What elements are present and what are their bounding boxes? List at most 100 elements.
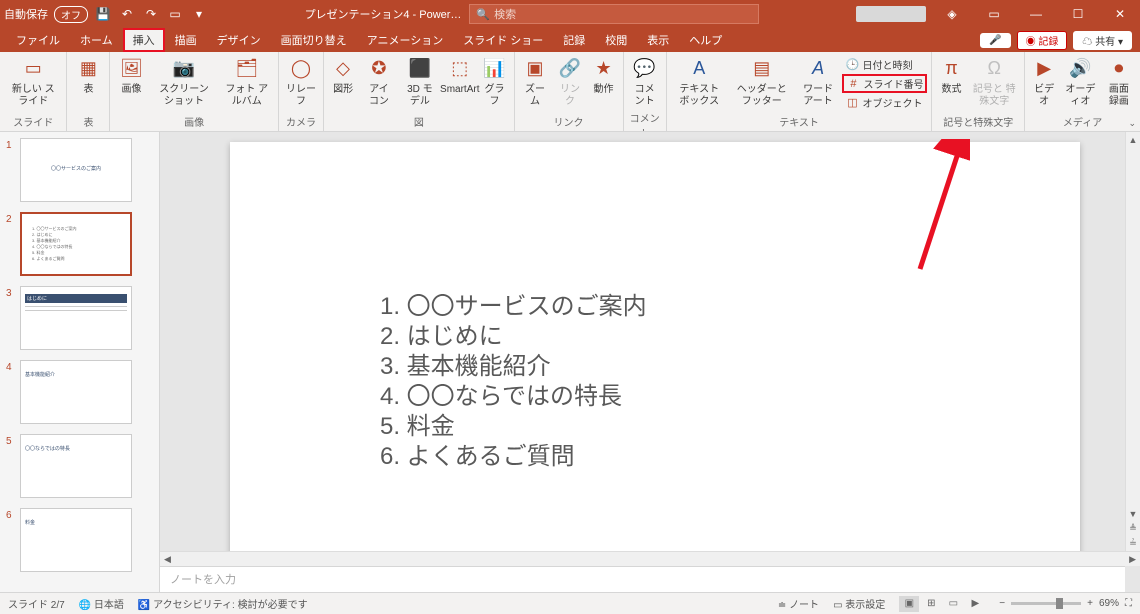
- undo-icon[interactable]: ↶: [118, 5, 136, 23]
- new-slide-button[interactable]: ▭新しい スライド: [4, 54, 62, 110]
- equation-button[interactable]: π数式: [936, 54, 966, 98]
- scroll-left-icon[interactable]: ◀: [160, 554, 175, 565]
- list-item: 5. 料金: [380, 412, 1080, 442]
- datetime-button[interactable]: 🕒日付と時刻: [842, 56, 927, 73]
- zoom-slider[interactable]: [1011, 602, 1081, 605]
- group-label-symbol: 記号と特殊文字: [936, 114, 1020, 131]
- group-label-link: リンク: [519, 114, 619, 131]
- slide-canvas[interactable]: 1. 〇〇サービスのご案内 2. はじめに 3. 基本機能紹介 4. 〇〇ならで…: [160, 132, 1140, 551]
- search-box[interactable]: 🔍 検索: [469, 4, 759, 24]
- tab-slideshow[interactable]: スライド ショー: [453, 28, 553, 52]
- zoom-control: − + 69% ⛶: [999, 598, 1132, 609]
- tab-file[interactable]: ファイル: [6, 28, 70, 52]
- save-icon[interactable]: 💾: [94, 5, 112, 23]
- table-button[interactable]: ▦表: [71, 54, 105, 98]
- title-bar: 自動保存 オフ 💾 ↶ ↷ ▭ ▾ プレゼンテーション4 - Power… 🔍 …: [0, 0, 1140, 28]
- scroll-down-icon[interactable]: ▼: [1126, 506, 1140, 521]
- thumbnail-6[interactable]: 6 料金: [2, 508, 157, 572]
- horizontal-scrollbar[interactable]: ◀ ▶: [160, 551, 1140, 566]
- symbol-button[interactable]: Ω記号と 特殊文字: [968, 54, 1020, 110]
- thumbnail-panel[interactable]: 1 〇〇サービスのご案内 2 1. 〇〇サービスのご案内2. はじめに3. 基本…: [0, 132, 160, 592]
- slide[interactable]: 1. 〇〇サービスのご案内 2. はじめに 3. 基本機能紹介 4. 〇〇ならで…: [230, 142, 1080, 551]
- record-button[interactable]: ◉ 記録: [1017, 31, 1068, 50]
- chart-button[interactable]: 📊グラフ: [480, 54, 510, 110]
- screen-recording-button[interactable]: ⏺画面 録画: [1102, 54, 1136, 110]
- audio-button[interactable]: 🔊オーディオ: [1061, 54, 1100, 110]
- maximize-icon[interactable]: ☐: [1062, 3, 1094, 25]
- tab-design[interactable]: デザイン: [207, 28, 271, 52]
- image-button[interactable]: 🖼画像: [114, 54, 148, 98]
- display-settings[interactable]: ▭ 表示設定: [833, 596, 885, 611]
- diamond-icon[interactable]: ◈: [936, 3, 968, 25]
- accessibility-status[interactable]: ♿ アクセシビリティ: 検討が必要です: [138, 596, 308, 611]
- zoom-percent[interactable]: 69%: [1099, 598, 1119, 609]
- language-status[interactable]: 🌐 日本語: [79, 596, 124, 611]
- close-icon[interactable]: ✕: [1104, 3, 1136, 25]
- qat-more-icon[interactable]: ▾: [190, 5, 208, 23]
- prev-slide-icon[interactable]: ≜: [1126, 521, 1140, 536]
- tab-review[interactable]: 校閲: [595, 28, 637, 52]
- slideshow-view-icon[interactable]: ▶: [965, 596, 985, 612]
- scroll-up-icon[interactable]: ▲: [1126, 132, 1140, 147]
- search-placeholder: 検索: [494, 6, 516, 22]
- search-icon: 🔍: [476, 8, 490, 21]
- object-button[interactable]: ◫オブジェクト: [842, 94, 927, 111]
- collapse-ribbon-icon[interactable]: ⌄: [1128, 118, 1136, 129]
- share-button[interactable]: ☁ 共有 ▾: [1073, 31, 1132, 50]
- redo-icon[interactable]: ↷: [142, 5, 160, 23]
- zoom-in-icon[interactable]: +: [1087, 598, 1093, 609]
- tab-view[interactable]: 表示: [637, 28, 679, 52]
- header-footer-button[interactable]: ▤ヘッダーと フッター: [730, 54, 794, 110]
- shapes-button[interactable]: ◇図形: [328, 54, 358, 98]
- tab-home[interactable]: ホーム: [70, 28, 123, 52]
- sorter-view-icon[interactable]: ⊞: [921, 596, 941, 612]
- notes-toggle[interactable]: ≐ ノート: [778, 596, 819, 611]
- tab-record[interactable]: 記録: [553, 28, 595, 52]
- minimize-icon[interactable]: —: [1020, 3, 1052, 25]
- action-button[interactable]: ★動作: [589, 54, 619, 98]
- document-title: プレゼンテーション4 - Power…: [305, 6, 462, 22]
- normal-view-icon[interactable]: ▣: [899, 596, 919, 612]
- tab-help[interactable]: ヘルプ: [679, 28, 732, 52]
- slide-number-button[interactable]: #スライド番号: [842, 74, 927, 93]
- reading-view-icon[interactable]: ▭: [943, 596, 963, 612]
- thumbnail-3[interactable]: 3 はじめに: [2, 286, 157, 350]
- thumbnail-5[interactable]: 5 〇〇ならではの特長: [2, 434, 157, 498]
- slide-position[interactable]: スライド 2/7: [8, 596, 65, 611]
- zoom-out-icon[interactable]: −: [999, 598, 1005, 609]
- icons-button[interactable]: ✪アイ コン: [360, 54, 398, 110]
- group-label-images: 画像: [114, 114, 273, 131]
- autosave-toggle[interactable]: オフ: [54, 6, 88, 23]
- smartart-button[interactable]: ⬚SmartArt: [442, 54, 478, 98]
- link-button[interactable]: 🔗リンク: [553, 54, 586, 110]
- screenshot-button[interactable]: 📷スクリーン ショット: [150, 54, 217, 110]
- user-badge[interactable]: [856, 6, 926, 22]
- thumbnail-1[interactable]: 1 〇〇サービスのご案内: [2, 138, 157, 202]
- textbox-button[interactable]: Aテキスト ボックス: [671, 54, 728, 110]
- cameo-button[interactable]: ◯リレー フ: [283, 54, 319, 110]
- tab-insert[interactable]: 挿入: [123, 28, 165, 52]
- thumbnail-2[interactable]: 2 1. 〇〇サービスのご案内2. はじめに3. 基本機能紹介 4. 〇〇ならで…: [2, 212, 157, 276]
- next-slide-icon[interactable]: ≟: [1126, 536, 1140, 551]
- group-label-camera: カメラ: [283, 114, 319, 131]
- comment-button[interactable]: 💬コメント: [628, 54, 662, 110]
- video-button[interactable]: ▶ビデオ: [1029, 54, 1059, 110]
- photo-album-button[interactable]: 🗂フォト アルバム: [220, 54, 274, 110]
- thumbnail-4[interactable]: 4 基本機能紹介: [2, 360, 157, 424]
- zoom-button[interactable]: ▣ズーム: [519, 54, 552, 110]
- notes-placeholder: ノートを入力: [170, 574, 236, 586]
- 3dmodel-button[interactable]: ⬛3D モデル: [400, 54, 440, 110]
- vertical-scrollbar[interactable]: ▲ ▼ ≜ ≟: [1125, 132, 1140, 551]
- scroll-right-icon[interactable]: ▶: [1125, 554, 1140, 565]
- wordart-button[interactable]: Aワード アート: [796, 54, 841, 110]
- from-beginning-icon[interactable]: ▭: [166, 5, 184, 23]
- tab-animations[interactable]: アニメーション: [357, 28, 454, 52]
- tab-transitions[interactable]: 画面切り替え: [271, 28, 357, 52]
- ribbon-display-icon[interactable]: ▭: [978, 3, 1010, 25]
- mic-button[interactable]: 🎤: [980, 33, 1010, 48]
- list-item: 6. よくあるご質問: [380, 442, 1080, 472]
- notes-pane[interactable]: ノートを入力: [160, 566, 1125, 592]
- group-label-illustrations: 図: [328, 114, 509, 131]
- tab-draw[interactable]: 描画: [165, 28, 207, 52]
- fit-to-window-icon[interactable]: ⛶: [1125, 598, 1132, 609]
